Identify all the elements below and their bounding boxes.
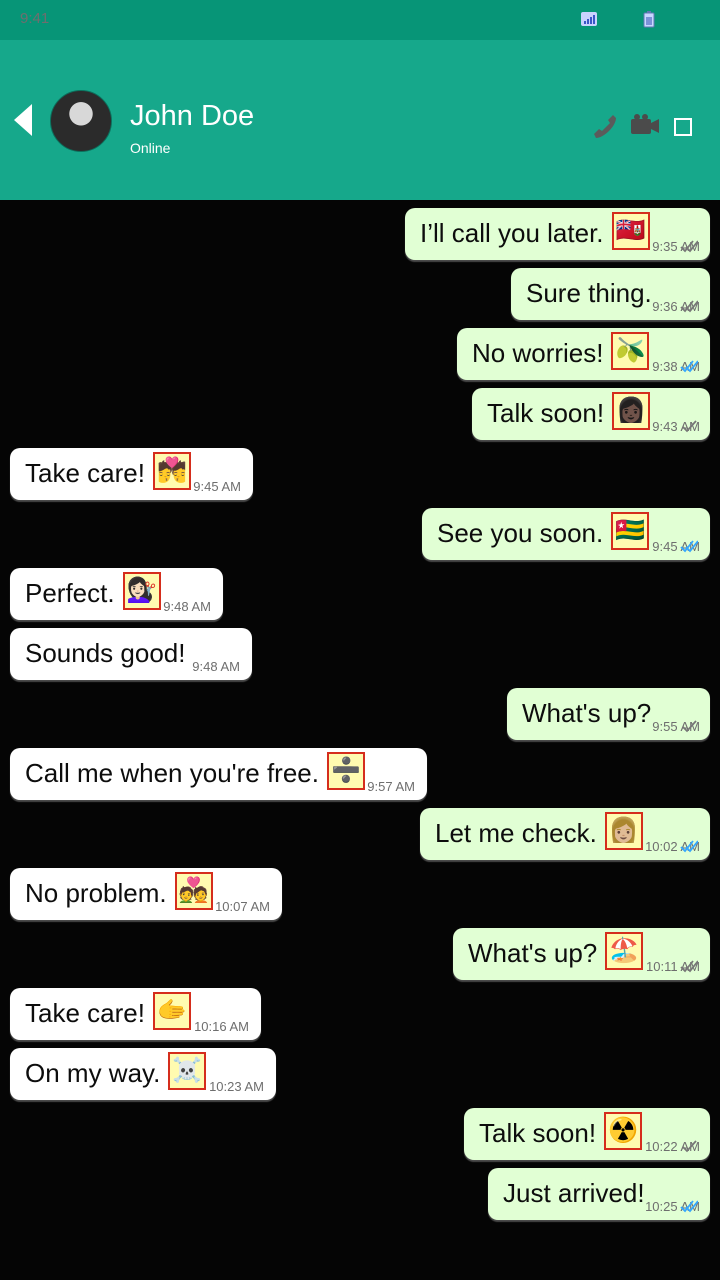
read-receipt-icon	[680, 1200, 698, 1213]
chat-header: John Doe Online	[0, 40, 720, 200]
message-time: 10:23 AM	[209, 1079, 264, 1094]
message-text: See you soon.	[437, 518, 604, 548]
emoji-sticker[interactable]: 👩🏿	[612, 392, 651, 430]
message-time: 9:57 AM	[367, 779, 415, 794]
message-text: Sure thing.	[526, 278, 652, 308]
signal-icon	[581, 12, 597, 26]
incoming-message[interactable]: Take care! 💏 9:45 AM	[10, 448, 253, 500]
delivered-receipt-icon	[680, 300, 698, 313]
message-text: Talk soon!	[479, 1118, 597, 1148]
status-time: 9:41	[20, 10, 50, 27]
outgoing-message[interactable]: What's up? 🏖️ 10:11 AM	[453, 928, 710, 980]
outgoing-message[interactable]: See you soon. 🇹🇬 9:45 AM	[422, 508, 710, 560]
emoji-sticker[interactable]: 💏	[152, 452, 191, 490]
incoming-message[interactable]: Perfect. 💇🏻‍♀️ 9:48 AM	[10, 568, 223, 620]
delivered-receipt-icon	[680, 960, 698, 973]
emoji-sticker[interactable]: 💇🏻‍♀️	[122, 572, 161, 610]
incoming-message[interactable]: Take care! 🫱 10:16 AM	[10, 988, 261, 1040]
read-receipt-icon	[680, 540, 698, 553]
outgoing-message[interactable]: No worries! 🫒 9:38 AM	[457, 328, 710, 380]
message-text: Perfect.	[25, 578, 115, 608]
message-text: Take care!	[25, 998, 145, 1028]
message-list[interactable]: I’ll call you later. 🇧🇲 9:35 AM Sure thing.…	[0, 200, 720, 1280]
outgoing-message[interactable]: I’ll call you later. 🇧🇲 9:35 AM	[405, 208, 710, 260]
emoji-sticker[interactable]: 🫱	[152, 992, 191, 1030]
message-text: What's up?	[468, 938, 598, 968]
emoji-sticker[interactable]: ☠️	[168, 1052, 207, 1090]
outgoing-message[interactable]: Sure thing. 9:36 AM	[511, 268, 710, 320]
incoming-message[interactable]: On my way. ☠️ 10:23 AM	[10, 1048, 276, 1100]
back-icon[interactable]	[14, 104, 34, 136]
incoming-message[interactable]: Sounds good! 9:48 AM	[10, 628, 252, 680]
emoji-sticker[interactable]: 🫒	[611, 332, 650, 370]
message-time: 10:07 AM	[215, 899, 270, 914]
outgoing-message[interactable]: Talk soon! 👩🏿 9:43 AM	[472, 388, 710, 440]
outgoing-message[interactable]: Talk soon! ☢️ 10:22 AM	[464, 1108, 710, 1160]
message-text: Take care!	[25, 458, 145, 488]
emoji-sticker[interactable]: 🇹🇬	[611, 512, 650, 550]
emoji-sticker[interactable]: ☢️	[604, 1112, 643, 1150]
message-time: 9:48 AM	[192, 659, 240, 674]
message-text: On my way.	[25, 1058, 161, 1088]
outgoing-message[interactable]: Just arrived! 10:25 AM	[488, 1168, 710, 1220]
battery-icon	[643, 11, 655, 28]
outgoing-message[interactable]: What's up? 9:55 AM	[507, 688, 710, 740]
emoji-sticker[interactable]: 👩🏼	[604, 812, 643, 850]
message-text: I’ll call you later.	[420, 218, 604, 248]
sent-tick-icon	[682, 720, 697, 733]
status-bar: 9:41	[0, 0, 720, 40]
message-text: No problem.	[25, 878, 167, 908]
contact-name[interactable]: John Doe	[130, 100, 254, 133]
phone-icon[interactable]	[590, 112, 618, 138]
emoji-sticker[interactable]: 🇧🇲	[611, 212, 650, 250]
outgoing-message[interactable]: Let me check. 👩🏼 10:02 AM	[420, 808, 710, 860]
message-text: What's up?	[522, 698, 652, 728]
message-time: 9:45 AM	[193, 479, 241, 494]
emoji-sticker[interactable]: ➗	[326, 752, 365, 790]
contact-status: Online	[130, 140, 171, 156]
message-text: Let me check.	[435, 818, 597, 848]
message-text: Just arrived!	[503, 1178, 645, 1208]
avatar[interactable]	[50, 90, 112, 152]
sent-tick-icon	[682, 420, 697, 433]
message-time: 9:48 AM	[163, 599, 211, 614]
message-text: Call me when you're free.	[25, 758, 319, 788]
incoming-message[interactable]: No problem. 💑 10:07 AM	[10, 868, 282, 920]
read-receipt-icon	[680, 840, 698, 853]
sent-tick-icon	[682, 1140, 697, 1153]
video-call-icon[interactable]	[630, 112, 660, 138]
emoji-sticker[interactable]: 💑	[174, 872, 213, 910]
delivered-receipt-icon	[680, 240, 698, 253]
incoming-message[interactable]: Call me when you're free. ➗ 9:57 AM	[10, 748, 427, 800]
emoji-sticker[interactable]: 🏖️	[605, 932, 644, 970]
message-time: 10:16 AM	[194, 1019, 249, 1034]
read-receipt-icon	[680, 360, 698, 373]
message-text: Talk soon!	[487, 398, 605, 428]
menu-icon[interactable]	[674, 118, 692, 136]
message-text: Sounds good!	[25, 638, 186, 668]
message-text: No worries!	[472, 338, 604, 368]
